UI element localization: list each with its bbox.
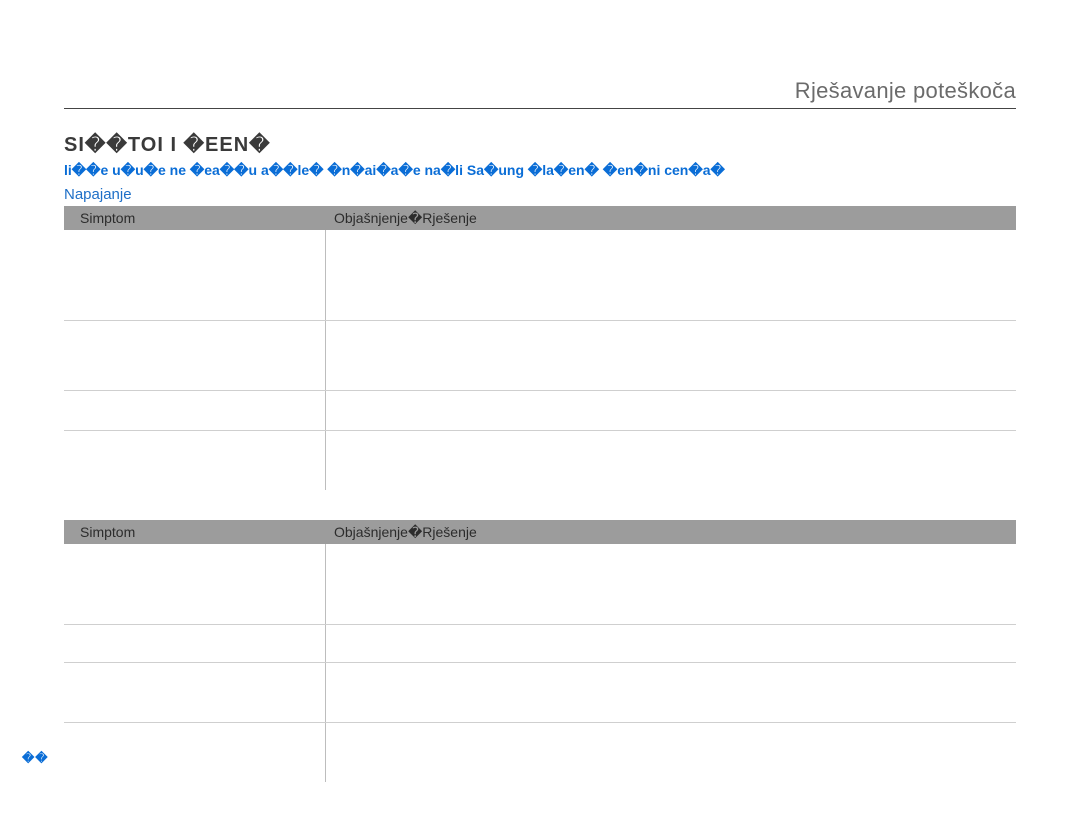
header-rule bbox=[64, 108, 1016, 109]
document-page: Rješavanje poteškoča SI��TOI I �EEN� li�… bbox=[0, 0, 1080, 827]
page-header-title: Rješavanje poteškoča bbox=[795, 78, 1016, 104]
table-body bbox=[64, 230, 1016, 490]
table-cell-left bbox=[64, 544, 326, 624]
table-cell-right bbox=[326, 391, 1016, 430]
table-cell-left bbox=[64, 230, 326, 320]
table-header-row: Simptom Objašnjenje�Rješenje bbox=[64, 206, 1016, 230]
table-cell-right bbox=[326, 431, 1016, 490]
page-number: �� bbox=[22, 751, 49, 765]
table-body bbox=[64, 544, 1016, 782]
table-cell-left bbox=[64, 321, 326, 390]
table-cell-right bbox=[326, 544, 1016, 624]
table-row bbox=[64, 662, 1016, 722]
table-row bbox=[64, 390, 1016, 430]
table-header-simptom: Simptom bbox=[64, 524, 326, 540]
table-row bbox=[64, 230, 1016, 320]
table-cell-left bbox=[64, 431, 326, 490]
table-header-rjesenje: Objašnjenje�Rješenje bbox=[326, 524, 1016, 541]
table-cell-right bbox=[326, 230, 1016, 320]
table-header-row: Simptom Objašnjenje�Rješenje bbox=[64, 520, 1016, 544]
table-header-rjesenje: Objašnjenje�Rješenje bbox=[326, 210, 1016, 227]
table-row bbox=[64, 544, 1016, 624]
table-cell-right bbox=[326, 723, 1016, 782]
troubleshooting-table-1: Simptom Objašnjenje�Rješenje bbox=[64, 206, 1016, 490]
table-cell-left bbox=[64, 663, 326, 722]
table-row bbox=[64, 722, 1016, 782]
table-row bbox=[64, 624, 1016, 662]
table-cell-right bbox=[326, 625, 1016, 662]
table-cell-left bbox=[64, 723, 326, 782]
table-cell-right bbox=[326, 321, 1016, 390]
table-row bbox=[64, 430, 1016, 490]
table-cell-right bbox=[326, 663, 1016, 722]
table-row bbox=[64, 320, 1016, 390]
table-cell-left bbox=[64, 391, 326, 430]
section-title: SI��TOI I �EEN� bbox=[64, 132, 271, 157]
subsection-title: Napajanje bbox=[64, 186, 132, 203]
table-cell-left bbox=[64, 625, 326, 662]
troubleshooting-table-2: Simptom Objašnjenje�Rješenje bbox=[64, 520, 1016, 782]
intro-blue-text: li��e u�u�e ne �ea��u a��le� �n�ai�a�e n… bbox=[64, 162, 1016, 179]
table-header-simptom: Simptom bbox=[64, 210, 326, 226]
